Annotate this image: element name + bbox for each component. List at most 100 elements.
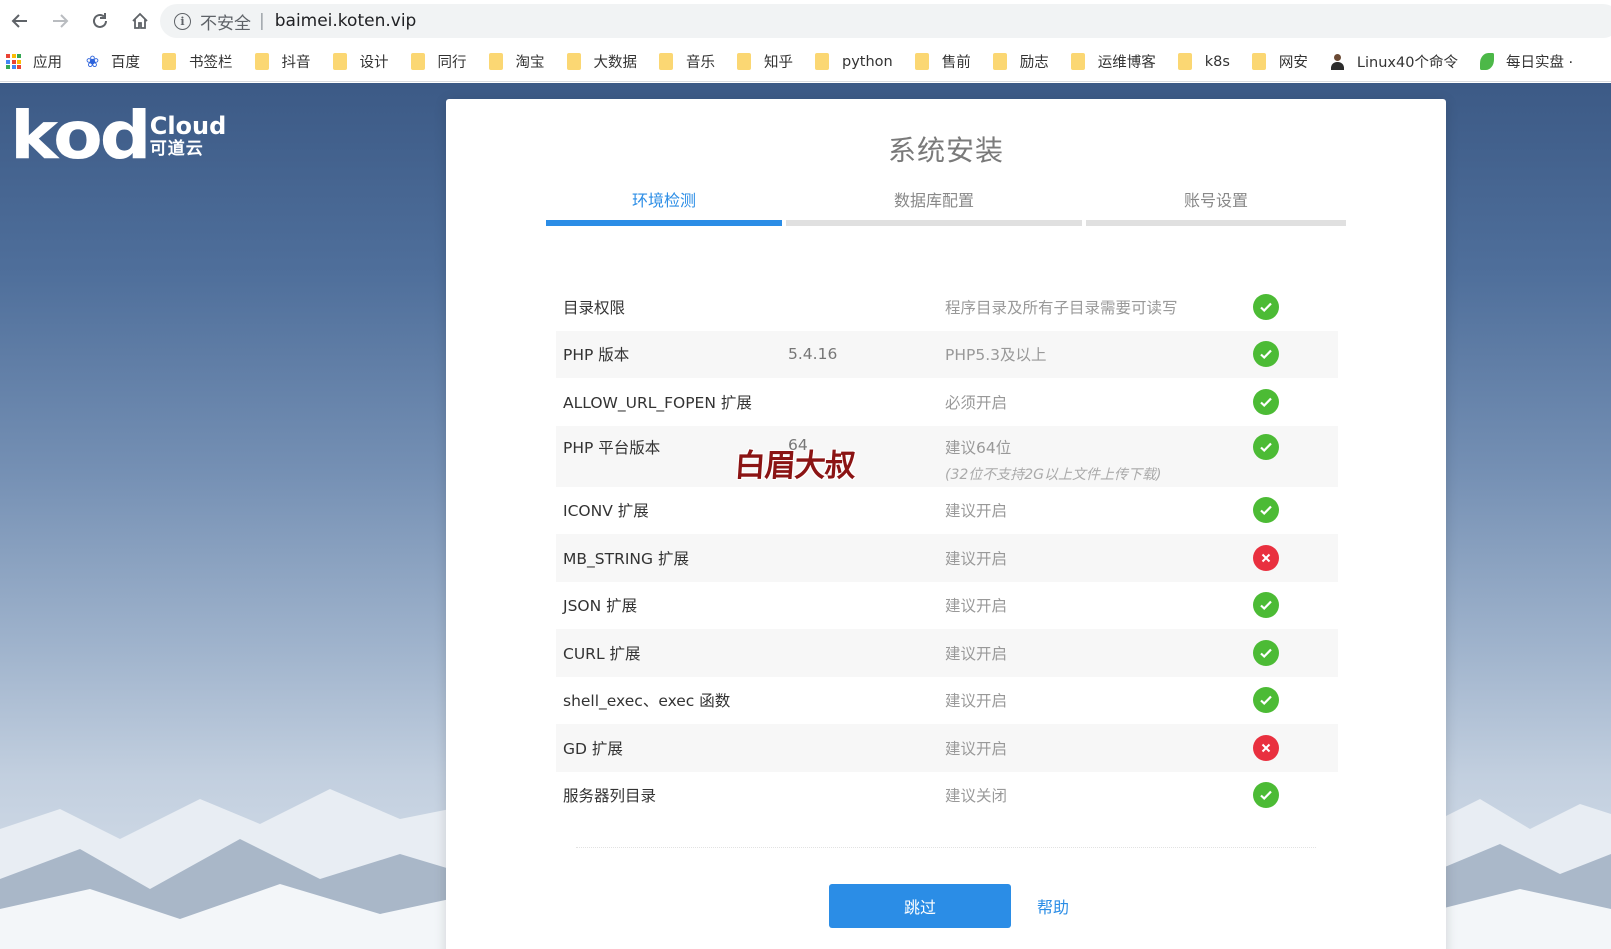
bookmark-folder[interactable]: 运维博客 bbox=[1070, 42, 1156, 81]
installer-card: 系统安装 环境检测 数据库配置 账号设置 目录权限 程序目录及所有子目录需要可读… bbox=[446, 99, 1446, 949]
bookmark-apps[interactable]: 应用 bbox=[6, 42, 62, 81]
bookmark-folder[interactable]: 设计 bbox=[332, 42, 389, 81]
check-name: ALLOW_URL_FOPEN 扩展 bbox=[563, 393, 752, 412]
bookmark-folder[interactable]: 音乐 bbox=[659, 42, 715, 81]
check-ok-icon bbox=[1253, 341, 1279, 368]
forward-arrow-icon[interactable] bbox=[40, 0, 80, 42]
check-ok-icon bbox=[1253, 639, 1279, 666]
bookmark-folder[interactable]: python bbox=[815, 42, 893, 81]
watermark-text: 白眉大叔 bbox=[733, 448, 857, 484]
bookmark-label: 每日实盘 · bbox=[1505, 55, 1574, 71]
folder-icon bbox=[332, 53, 347, 70]
bookmark-label: 书签栏 bbox=[189, 55, 233, 71]
logo-mark: kod bbox=[10, 97, 152, 174]
bookmark-folder[interactable]: 书签栏 bbox=[162, 42, 233, 81]
step-progress-bar bbox=[1086, 220, 1346, 226]
check-name: 目录权限 bbox=[563, 298, 626, 317]
bookmark-label: 网安 bbox=[1278, 55, 1308, 71]
back-arrow-icon[interactable] bbox=[0, 0, 40, 42]
check-name: 服务器列目录 bbox=[563, 787, 657, 806]
env-check-table: 目录权限 程序目录及所有子目录需要可读写 PHP 版本 5.4.16 PHP5.… bbox=[556, 283, 1338, 819]
bookmarks-bar: 应用 ❀ 百度 书签栏 抖音 设计 同行 淘宝 大数据 音乐 知乎 python… bbox=[0, 42, 1611, 82]
person-icon bbox=[1330, 53, 1345, 70]
step-label: 账号设置 bbox=[1183, 191, 1248, 210]
bookmark-label: 同行 bbox=[437, 55, 467, 71]
folder-icon bbox=[410, 53, 425, 70]
step-env-check[interactable]: 环境检测 bbox=[546, 187, 782, 227]
bookmark-label: 应用 bbox=[33, 55, 62, 71]
folder-icon bbox=[566, 53, 581, 70]
check-requirement: 建议开启 bbox=[945, 502, 1008, 521]
bookmark-label: 励志 bbox=[1019, 55, 1049, 71]
check-ok-icon bbox=[1253, 782, 1279, 809]
bookmark-folder[interactable]: 大数据 bbox=[566, 42, 638, 81]
logo-cloud-text: Cloud bbox=[149, 112, 227, 141]
check-requirement: 建议64位 bbox=[945, 438, 1012, 457]
table-divider bbox=[576, 847, 1316, 848]
bookmark-label: Linux40个命令 bbox=[1356, 55, 1458, 71]
bookmark-baidu[interactable]: ❀ 百度 bbox=[84, 42, 140, 81]
check-requirement: 建议开启 bbox=[945, 692, 1008, 711]
bookmark-folder[interactable]: 同行 bbox=[410, 42, 467, 81]
folder-icon bbox=[1177, 53, 1192, 70]
check-ok-icon bbox=[1253, 687, 1279, 714]
folder-icon bbox=[815, 53, 829, 70]
check-row-gd: GD 扩展 建议开启 bbox=[556, 724, 1338, 772]
bookmark-label: 售前 bbox=[941, 55, 971, 71]
check-row-mb-string: MB_STRING 扩展 建议开启 bbox=[556, 534, 1338, 582]
skip-button[interactable]: 跳过 bbox=[829, 884, 1011, 928]
kod-cloud-logo: kod Cloud 可道云 bbox=[10, 103, 226, 169]
folder-icon bbox=[914, 53, 929, 70]
check-row-php-platform: PHP 平台版本 64 建议64位 (32位不支持2G以上文件上传下载) bbox=[556, 425, 1338, 487]
url-text[interactable]: baimei.koten.vip bbox=[275, 11, 417, 31]
bookmark-folder[interactable]: 知乎 bbox=[737, 42, 793, 81]
info-icon[interactable]: i bbox=[174, 12, 191, 30]
step-progress-bar bbox=[786, 220, 1082, 226]
reload-icon[interactable] bbox=[80, 0, 120, 42]
check-ok-icon bbox=[1253, 433, 1279, 460]
bookmark-folder[interactable]: 网安 bbox=[1251, 42, 1308, 81]
folder-icon bbox=[162, 53, 176, 70]
step-label: 数据库配置 bbox=[893, 191, 974, 210]
check-name: PHP 平台版本 bbox=[563, 438, 661, 457]
folder-icon bbox=[254, 53, 269, 70]
page-title: 系统安装 bbox=[887, 134, 1004, 167]
address-separator: | bbox=[259, 11, 265, 31]
bookmark-label: python bbox=[842, 53, 893, 70]
check-requirement: 建议关闭 bbox=[945, 787, 1008, 806]
home-icon[interactable] bbox=[120, 0, 160, 42]
check-ok-icon bbox=[1253, 388, 1279, 415]
folder-icon bbox=[1070, 53, 1085, 70]
bookmark-folder[interactable]: 售前 bbox=[914, 42, 971, 81]
step-account[interactable]: 账号设置 bbox=[1086, 187, 1346, 227]
bookmark-folder[interactable]: 淘宝 bbox=[488, 42, 545, 81]
baidu-paw-icon: ❀ bbox=[85, 52, 100, 71]
bookmark-daily[interactable]: 每日实盘 · bbox=[1479, 42, 1574, 81]
bookmark-label: k8s bbox=[1204, 53, 1230, 70]
bookmark-folder[interactable]: 励志 bbox=[992, 42, 1049, 81]
check-row-shell-exec: shell_exec、exec 函数 建议开启 bbox=[556, 677, 1338, 725]
leaf-icon bbox=[1479, 53, 1494, 70]
step-db-config[interactable]: 数据库配置 bbox=[786, 187, 1082, 227]
check-fail-icon bbox=[1253, 734, 1279, 761]
bookmark-label: 音乐 bbox=[686, 55, 715, 71]
bookmark-folder[interactable]: k8s bbox=[1177, 42, 1230, 81]
check-ok-icon bbox=[1253, 293, 1279, 320]
bookmark-label: 抖音 bbox=[281, 55, 311, 71]
address-bar[interactable]: i 不安全 | baimei.koten.vip bbox=[160, 4, 1611, 38]
bookmark-folder[interactable]: 抖音 bbox=[254, 42, 311, 81]
folder-icon bbox=[659, 53, 673, 70]
check-row-curl: CURL 扩展 建议开启 bbox=[556, 629, 1338, 677]
bookmark-label: 百度 bbox=[111, 55, 140, 71]
check-requirement: 建议开启 bbox=[945, 549, 1008, 568]
folder-icon bbox=[737, 53, 751, 70]
bookmark-linux[interactable]: Linux40个命令 bbox=[1330, 42, 1458, 81]
check-requirement: PHP5.3及以上 bbox=[945, 346, 1047, 365]
check-row-dir-listing: 服务器列目录 建议关闭 bbox=[556, 772, 1338, 820]
bookmark-label: 大数据 bbox=[593, 55, 638, 71]
step-label: 环境检测 bbox=[631, 191, 696, 210]
check-requirement: 必须开启 bbox=[945, 393, 1008, 412]
help-link[interactable]: 帮助 bbox=[1037, 894, 1069, 918]
bookmark-label: 知乎 bbox=[764, 55, 793, 71]
check-value: 5.4.16 bbox=[788, 345, 838, 364]
